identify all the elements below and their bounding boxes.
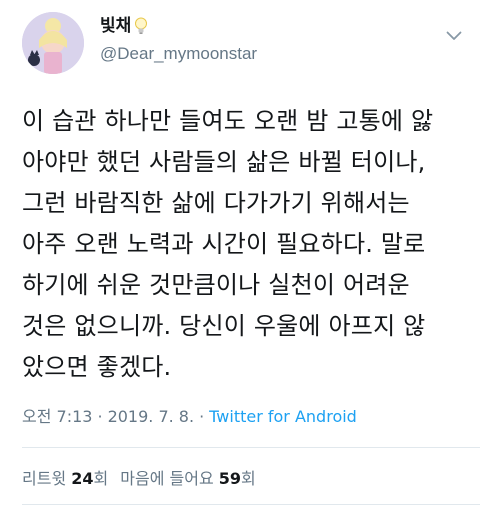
tweet-stats: 리트윗 24회 마음에 들어요 59회 — [22, 468, 256, 490]
retweets-count: 24 — [71, 469, 94, 488]
chevron-down-icon[interactable] — [442, 24, 466, 48]
display-name[interactable]: 빛채 — [100, 15, 131, 37]
tweet-meta: 오전 7:13 · 2019. 7. 8. · Twitter for Android — [22, 406, 357, 428]
meta-separator: · — [97, 407, 103, 426]
lightbulb-icon — [134, 17, 148, 35]
divider — [22, 504, 480, 505]
avatar-image — [22, 12, 84, 74]
meta-separator: · — [199, 407, 205, 426]
likes-label: 마음에 들어요 — [120, 469, 214, 488]
tweet-time[interactable]: 오전 7:13 — [22, 407, 92, 426]
retweets-unit: 회 — [93, 469, 109, 488]
divider — [22, 447, 480, 448]
tweet-source-link[interactable]: Twitter for Android — [209, 407, 357, 426]
tweet-date[interactable]: 2019. 7. 8. — [108, 407, 195, 426]
likes-stat[interactable]: 마음에 들어요 59회 — [120, 469, 256, 488]
likes-unit: 회 — [241, 469, 256, 488]
tweet-header: 빛채 @Dear_mymoonstar — [0, 0, 480, 80]
retweets-stat[interactable]: 리트윗 24회 — [22, 469, 108, 488]
user-handle[interactable]: @Dear_mymoonstar — [100, 43, 257, 65]
tweet-text: 이 습관 하나만 들여도 오랜 밤 고통에 앓 아야만 했던 사람들의 삶은 바… — [22, 107, 434, 381]
avatar[interactable] — [22, 12, 84, 74]
likes-count: 59 — [218, 469, 242, 488]
retweets-label: 리트윗 — [22, 469, 67, 488]
